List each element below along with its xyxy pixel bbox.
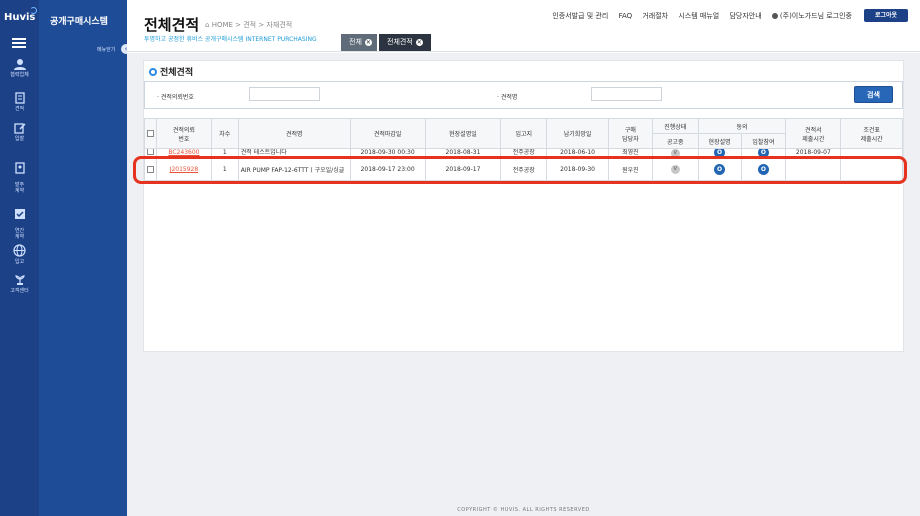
quote-panel: 전체견적 · 견적의뢰번호 · 견적명 검색 견적의뢰 번호 차수 견적명 견적… <box>143 60 904 352</box>
rail-item-bid[interactable]: 입찰 <box>0 122 39 142</box>
col-agree-bid: 입찰참여 <box>740 133 787 149</box>
breadcrumb: ⌂ HOME > 견적 > 자재견적 <box>205 20 292 30</box>
check-icon <box>14 209 25 219</box>
document-icon <box>14 92 25 104</box>
rail-item-order[interactable]: 발주 계약 <box>0 156 39 194</box>
icon-rail: Huvis 협력업체 견적 입찰 발주 계약 연간 계약 입고 고객센터 <box>0 0 39 516</box>
users-icon <box>13 59 26 70</box>
tab-current[interactable]: 전체견적 ✕ <box>379 34 431 51</box>
hamburger-menu-icon[interactable] <box>12 38 26 48</box>
panel-title: 전체견적 <box>149 65 193 78</box>
col-delivery: 납기희망일 <box>546 118 609 149</box>
slogan: 투명하고 공정한 휴비스 공개구매시스템 INTERNET PURCHASING <box>144 36 317 43</box>
menu-fold-label[interactable]: 메뉴닫기 <box>97 46 115 53</box>
rail-label: 견적 <box>14 106 25 112</box>
label-quote-no: · 견적의뢰번호 <box>157 94 194 101</box>
user-info: (주)이노가드님 로그인중 <box>771 12 852 20</box>
label-quote-name: · 견적명 <box>497 94 518 101</box>
link-procedure[interactable]: 거래절차 <box>642 12 668 20</box>
col-status-sub: 공고중 <box>651 133 699 149</box>
row-highlight-annotation <box>133 156 907 184</box>
quote-no-input[interactable] <box>249 87 320 101</box>
rail-item-quote[interactable]: 견적 <box>0 92 39 112</box>
col-status: 진행상태 <box>651 118 699 134</box>
link-faq[interactable]: FAQ <box>619 12 633 20</box>
home-icon[interactable]: ⌂ <box>205 21 209 29</box>
rail-label: 협력업체 <box>10 72 29 78</box>
rail-label: 발주 계약 <box>14 182 25 194</box>
logout-button[interactable]: 로그아웃 <box>864 9 908 22</box>
secondary-sidebar: 공개구매시스템 메뉴닫기 ‹ <box>39 0 131 516</box>
rail-label: 고객센터 <box>10 288 29 294</box>
search-button[interactable]: 검색 <box>854 86 893 103</box>
plant-icon <box>14 275 25 285</box>
close-icon[interactable]: ✕ <box>415 39 423 46</box>
rail-label: 입찰 <box>14 136 25 142</box>
rail-item-receive[interactable]: 입고 <box>0 244 39 265</box>
page-title: 전체견적 <box>144 16 200 34</box>
col-plant: 입고지 <box>500 118 548 149</box>
search-box: · 견적의뢰번호 · 견적명 검색 <box>144 81 903 109</box>
col-site-date: 현장설명일 <box>424 118 502 149</box>
globe-icon <box>13 244 26 257</box>
rail-item-support[interactable]: 고객센터 <box>0 274 39 294</box>
row-checkbox[interactable] <box>147 149 154 155</box>
footer: COPYRIGHT © HUVIS. ALL RIGHTS RESERVED <box>127 500 920 516</box>
rail-item-partner[interactable]: 협력업체 <box>0 58 39 78</box>
select-all-checkbox[interactable] <box>147 130 154 137</box>
user-icon <box>771 13 778 19</box>
col-agree-site: 현장설명 <box>697 133 742 149</box>
main-area: 전체견적 ⌂ HOME > 견적 > 자재견적 투명하고 공정한 휴비스 공개구… <box>127 0 920 516</box>
rail-item-annual[interactable]: 연간 계약 <box>0 202 39 240</box>
close-icon[interactable]: ✕ <box>364 39 372 46</box>
contract-icon <box>14 162 25 174</box>
rail-label: 입고 <box>14 259 25 265</box>
ring-icon <box>149 68 157 76</box>
top-links: 인증서발급 및 관리 FAQ 거래절차 시스템 매뉴얼 담당자안내 (주)이노가… <box>544 11 852 21</box>
col-agree: 동의 <box>697 118 787 134</box>
tab-all[interactable]: 전체 ✕ <box>341 34 377 51</box>
col-quote-no: 견적의뢰 번호 <box>156 118 212 149</box>
quote-no-link[interactable]: BC243600 <box>168 150 199 157</box>
col-quote-name: 견적명 <box>237 118 351 149</box>
col-cond-time: 조건표 제출시간 <box>840 118 903 149</box>
breadcrumb-text: HOME > 견적 > 자재견적 <box>211 21 293 29</box>
link-manual[interactable]: 시스템 매뉴얼 <box>678 12 719 20</box>
header-checkbox[interactable] <box>144 118 157 149</box>
system-name[interactable]: 공개구매시스템 <box>50 14 108 27</box>
link-certificate[interactable]: 인증서발급 및 관리 <box>552 12 608 20</box>
rail-label: 연간 계약 <box>14 228 25 240</box>
col-deadline: 견적마감일 <box>349 118 426 149</box>
huvis-logo[interactable]: Huvis <box>4 12 35 23</box>
col-submit-time: 견적서 제출시간 <box>785 118 842 149</box>
col-revision: 차수 <box>210 118 239 149</box>
edit-icon <box>13 123 26 134</box>
col-buyer: 구매 담당자 <box>607 118 653 149</box>
header: 전체견적 ⌂ HOME > 견적 > 자재견적 투명하고 공정한 휴비스 공개구… <box>127 0 920 52</box>
logo-mark-icon <box>30 7 37 14</box>
quote-name-input[interactable] <box>591 87 662 101</box>
link-contact[interactable]: 담당자안내 <box>729 12 761 20</box>
